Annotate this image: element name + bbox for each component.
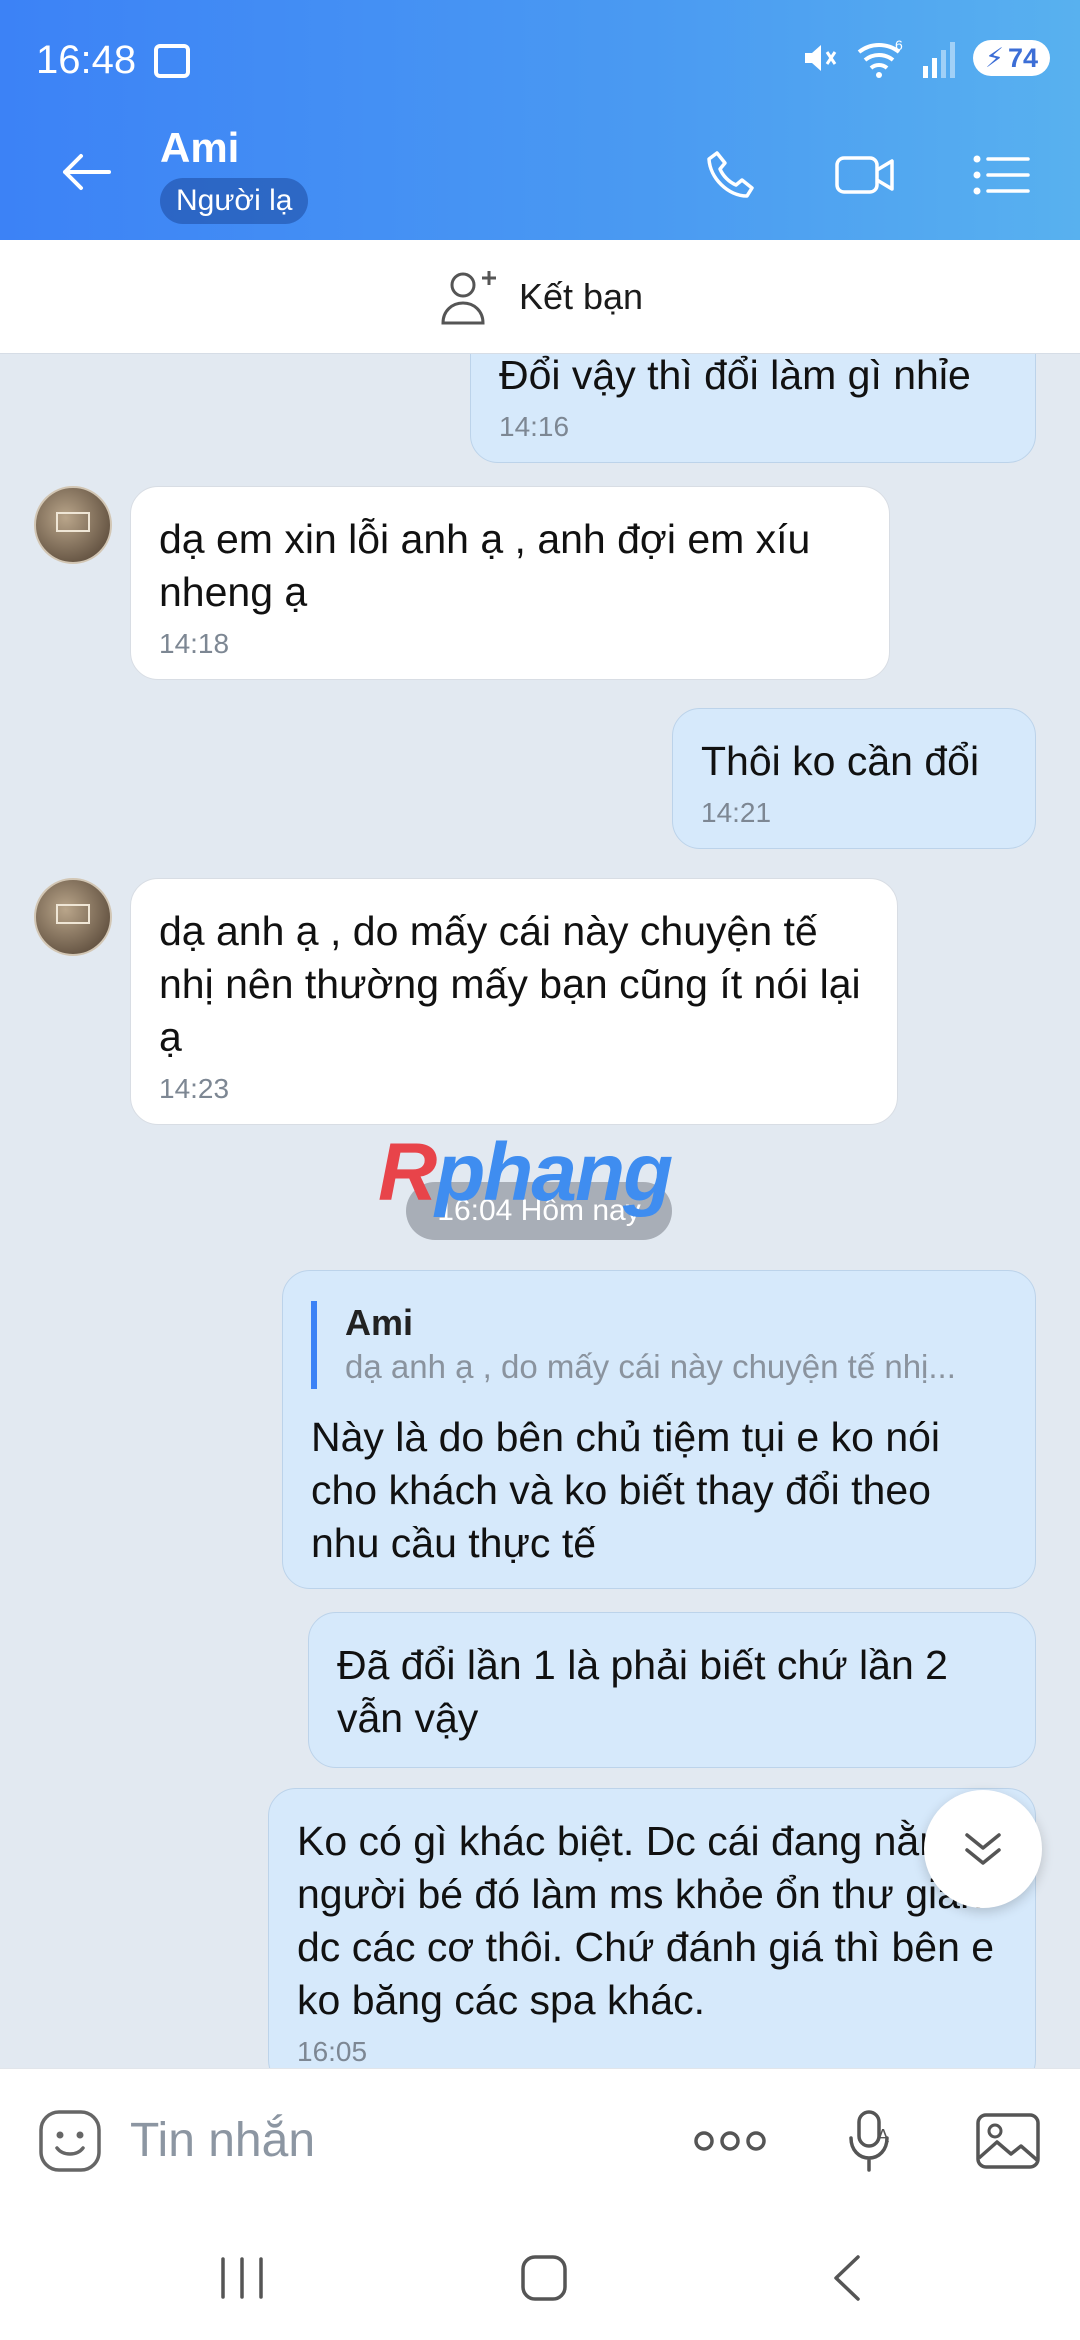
quoted-message[interactable]: Ami dạ anh ạ , do mấy cái này chuyện tế … bbox=[311, 1301, 1007, 1389]
voice-button[interactable]: A bbox=[834, 2105, 906, 2177]
message-text: Ko có gì khác biệt. Dc cái đang nằm ngườ… bbox=[297, 1818, 995, 2023]
sticker-icon bbox=[39, 2110, 101, 2172]
avatar[interactable] bbox=[34, 486, 112, 564]
system-nav-bar bbox=[0, 2212, 1080, 2340]
battery-bolt-icon: ⚡ bbox=[984, 42, 1004, 73]
svg-text:A: A bbox=[877, 2126, 889, 2146]
back-nav-button[interactable] bbox=[808, 2248, 888, 2308]
message-text: Đã đổi lần 1 là phải biết chứ lần 2 vẫn … bbox=[337, 1642, 948, 1741]
avatar-logo-icon bbox=[56, 512, 90, 532]
mute-icon bbox=[804, 45, 837, 71]
home-button[interactable] bbox=[504, 2248, 584, 2308]
sticker-button[interactable] bbox=[34, 2105, 106, 2177]
recent-apps-button[interactable] bbox=[202, 2248, 282, 2308]
add-friend-label: Kết bạn bbox=[518, 275, 644, 317]
menu-button[interactable] bbox=[966, 140, 1036, 210]
wifi-icon: 6 bbox=[857, 37, 903, 78]
message-time: 14:16 bbox=[499, 411, 570, 442]
message-time: 14:23 bbox=[159, 1073, 230, 1104]
message-input[interactable]: Tin nhắn bbox=[130, 2113, 315, 2168]
avatar[interactable] bbox=[34, 878, 112, 956]
video-call-button[interactable] bbox=[830, 140, 900, 210]
add-friend-bar[interactable]: Kết bạn bbox=[0, 240, 1080, 354]
message-composer: Tin nhắn A bbox=[0, 2068, 1080, 2212]
back-chevron-icon bbox=[834, 2255, 860, 2301]
menu-list-icon bbox=[973, 155, 1030, 195]
message-text: Đổi vậy thì đổi làm gì nhỉe bbox=[499, 354, 971, 398]
home-icon bbox=[521, 2255, 567, 2301]
contact-name[interactable]: Ami bbox=[160, 124, 239, 172]
chat-header: 16:48 6 ⚡ 74 Ami Người lạ bbox=[0, 0, 1080, 240]
message-text: dạ em xin lỗi anh ạ , anh đợi em xíu nhe… bbox=[159, 516, 811, 615]
phone-icon bbox=[707, 151, 754, 198]
message-text: Này là do bên chủ tiệm tụi e ko nói cho … bbox=[311, 1414, 941, 1566]
add-friend-icon bbox=[441, 270, 496, 324]
status-time: 16:48 bbox=[36, 38, 137, 82]
quoted-text: dạ anh ạ , do mấy cái này chuyện tế nhị.… bbox=[345, 1348, 956, 1385]
call-button[interactable] bbox=[696, 140, 766, 210]
message-time: 14:21 bbox=[701, 797, 772, 828]
wifi-badge: 6 bbox=[895, 37, 903, 53]
message-time: 16:05 bbox=[297, 2036, 368, 2067]
stranger-badge: Người lạ bbox=[160, 178, 309, 224]
signal-icon bbox=[922, 38, 957, 78]
message-bubble-incoming[interactable]: dạ anh ạ , do mấy cái này chuyện tế nhị … bbox=[130, 878, 898, 1125]
battery-indicator: ⚡ 74 bbox=[972, 40, 1050, 76]
battery-level: 74 bbox=[1007, 42, 1038, 73]
chevron-down-icon bbox=[965, 1833, 1001, 1865]
video-camera-icon bbox=[835, 156, 894, 194]
message-list[interactable]: Đổi vậy thì đổi làm gì nhỉe 14:16 dạ em … bbox=[0, 354, 1080, 2068]
screenshot-indicator-icon bbox=[154, 44, 190, 78]
more-button[interactable] bbox=[690, 2105, 770, 2177]
message-bubble-incoming[interactable]: dạ em xin lỗi anh ạ , anh đợi em xíu nhe… bbox=[130, 486, 890, 680]
message-bubble-outgoing[interactable]: Ami dạ anh ạ , do mấy cái này chuyện tế … bbox=[282, 1270, 1036, 1589]
watermark-logo: Rphang bbox=[378, 1127, 673, 1218]
status-icons: 6 ⚡ 74 bbox=[799, 36, 1050, 80]
message-bubble-outgoing[interactable]: Ko có gì khác biệt. Dc cái đang nằm ngườ… bbox=[268, 1788, 1036, 2068]
avatar-logo-icon bbox=[56, 904, 90, 924]
recent-apps-icon bbox=[221, 2257, 263, 2299]
message-time: 14:18 bbox=[159, 628, 230, 659]
back-arrow-icon bbox=[63, 154, 111, 190]
gallery-button[interactable] bbox=[972, 2105, 1044, 2177]
image-icon bbox=[976, 2113, 1040, 2169]
scroll-to-bottom-button[interactable] bbox=[924, 1790, 1042, 1908]
message-bubble-outgoing[interactable]: Đổi vậy thì đổi làm gì nhỉe 14:16 bbox=[470, 354, 1036, 463]
voice-to-text-icon: A bbox=[849, 2110, 889, 2172]
message-bubble-outgoing[interactable]: Đã đổi lần 1 là phải biết chứ lần 2 vẫn … bbox=[308, 1612, 1036, 1768]
back-button[interactable] bbox=[54, 140, 118, 204]
more-dots-icon bbox=[694, 2131, 766, 2151]
message-text: dạ anh ạ , do mấy cái này chuyện tế nhị … bbox=[159, 908, 861, 1060]
quoted-sender: Ami bbox=[345, 1302, 414, 1343]
message-text: Thôi ko cần đổi bbox=[701, 738, 980, 784]
message-bubble-outgoing[interactable]: Thôi ko cần đổi 14:21 bbox=[672, 708, 1036, 849]
